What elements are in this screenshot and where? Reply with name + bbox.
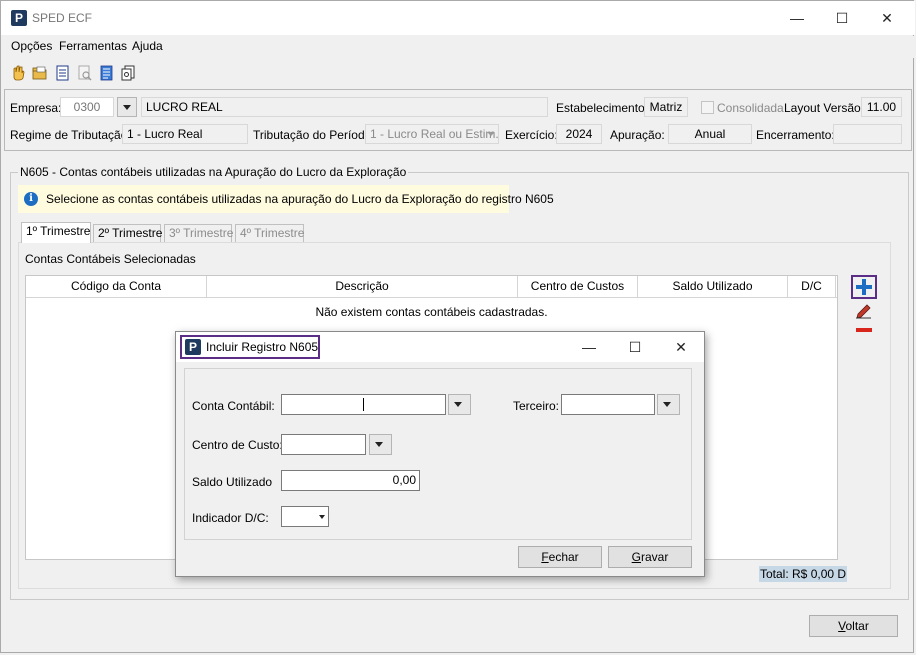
estabelecimento-label: Estabelecimento:: [556, 101, 649, 115]
conta-contabil-dropdown-button[interactable]: [448, 394, 471, 415]
empresa-label: Empresa:: [10, 101, 62, 115]
empty-message: Não existem contas contábeis cadastradas…: [315, 305, 548, 319]
window-title: SPED ECF: [32, 11, 93, 25]
search-document-icon[interactable]: [77, 65, 92, 81]
col-centro[interactable]: Centro de Custos: [518, 276, 638, 298]
copy-document-icon[interactable]: [121, 65, 136, 81]
regime-label: Regime de Tributação:: [10, 128, 131, 142]
tributacao-select[interactable]: 1 - Lucro Real ou Estim.: [365, 124, 499, 144]
layout-field: 11.00: [861, 97, 902, 117]
dialog-maximize-button[interactable]: ☐: [612, 332, 658, 362]
title-bar: P SPED ECF — ☐ ✕: [1, 1, 915, 35]
centro-custo-input[interactable]: [281, 434, 366, 455]
dialog-title: Incluir Registro N605: [206, 340, 319, 354]
tab-4-trimestre: 4º Trimestre: [235, 224, 304, 242]
dialog-minimize-button[interactable]: —: [566, 332, 612, 362]
info-bar: i Selecione as contas contábeis utilizad…: [18, 185, 554, 213]
pencil-icon: [856, 304, 871, 319]
minus-icon: [856, 328, 872, 332]
remove-button[interactable]: [853, 323, 879, 339]
indicador-dc-select[interactable]: [281, 506, 329, 527]
text-cursor: [363, 398, 364, 411]
regime-field: 1 - Lucro Real: [122, 124, 248, 144]
app-logo-icon: P: [11, 10, 27, 26]
gravar-button[interactable]: Gravar: [608, 546, 692, 568]
exercicio-label: Exercício:: [505, 128, 558, 142]
col-descricao[interactable]: Descrição: [207, 276, 518, 298]
estabelecimento-field: Matriz: [644, 97, 688, 117]
minimize-button[interactable]: —: [774, 3, 820, 33]
dialog-title-bar: P Incluir Registro N605 — ☐ ✕: [176, 332, 704, 362]
dialog-title-highlight: P Incluir Registro N605: [180, 335, 320, 359]
chevron-down-icon: [319, 515, 325, 519]
section-title: N605 - Contas contábeis utilizadas na Ap…: [18, 165, 409, 179]
plus-icon: [856, 279, 872, 295]
edit-button[interactable]: [853, 301, 879, 321]
hand-icon[interactable]: [11, 65, 26, 81]
maximize-button[interactable]: ☐: [819, 3, 865, 33]
exercicio-field: 2024: [556, 124, 602, 144]
dialog-close-button[interactable]: ✕: [658, 332, 704, 362]
fechar-button[interactable]: Fechar: [518, 546, 602, 568]
apuracao-label: Apuração:: [610, 128, 665, 142]
consolidada-label: Consolidada: [717, 101, 784, 115]
layout-label: Layout Versão:: [784, 101, 865, 115]
empresa-dropdown-button[interactable]: [117, 97, 137, 117]
toolbar: [1, 61, 915, 85]
encerramento-field: [833, 124, 902, 144]
col-dc[interactable]: D/C: [788, 276, 836, 298]
saldo-utilizado-label: Saldo Utilizado: [192, 475, 273, 489]
indicador-dc-label: Indicador D/C:: [192, 511, 269, 525]
apuracao-field: Anual: [668, 124, 752, 144]
tab-2-trimestre[interactable]: 2º Trimestre: [93, 224, 162, 242]
consolidada-checkbox[interactable]: [701, 101, 714, 114]
total-label: Total: R$ 0,00 D: [759, 566, 848, 582]
saldo-utilizado-input[interactable]: 0,00: [281, 470, 420, 491]
menu-ferramentas[interactable]: Ferramentas: [59, 39, 127, 53]
dialog-app-icon: P: [185, 339, 201, 355]
terceiro-label: Terceiro:: [513, 399, 560, 413]
folder-open-icon[interactable]: [32, 65, 47, 81]
conta-contabil-input[interactable]: [281, 394, 446, 415]
menu-ajuda[interactable]: Ajuda: [132, 39, 163, 53]
empresa-name-field: LUCRO REAL: [141, 97, 548, 117]
tributacao-chevron-down-icon: [487, 132, 495, 136]
incluir-registro-dialog: P Incluir Registro N605 — ☐ ✕ Conta Cont…: [175, 331, 705, 577]
terceiro-dropdown-button[interactable]: [657, 394, 680, 415]
main-window: P SPED ECF — ☐ ✕ Opções Ferramentas Ajud…: [0, 0, 915, 653]
tab-3-trimestre: 3º Trimestre: [164, 224, 233, 242]
encerramento-label: Encerramento:: [756, 128, 835, 142]
grid-header: Código da Conta Descrição Centro de Cust…: [26, 276, 837, 298]
report-icon[interactable]: [99, 65, 114, 81]
info-icon: i: [24, 192, 38, 206]
centro-custo-label: Centro de Custo:: [192, 438, 283, 452]
tributacao-label: Tributação do Período:: [253, 128, 375, 142]
add-button[interactable]: [851, 275, 877, 299]
col-saldo[interactable]: Saldo Utilizado: [638, 276, 788, 298]
voltar-button[interactable]: Voltar: [809, 615, 898, 637]
centro-custo-dropdown-button[interactable]: [369, 434, 392, 455]
menu-bar: Opções Ferramentas Ajuda: [1, 36, 915, 58]
document-icon[interactable]: [55, 65, 70, 81]
empresa-code-field[interactable]: 0300: [60, 97, 114, 117]
menu-opcoes[interactable]: Opções: [11, 39, 52, 53]
col-codigo[interactable]: Código da Conta: [26, 276, 207, 298]
list-title: Contas Contábeis Selecionadas: [25, 252, 196, 266]
tab-1-trimestre[interactable]: 1º Trimestre: [21, 222, 91, 243]
close-button[interactable]: ✕: [864, 3, 910, 33]
terceiro-input[interactable]: [561, 394, 655, 415]
info-text: Selecione as contas contábeis utilizadas…: [46, 192, 554, 206]
conta-contabil-label: Conta Contábil:: [192, 399, 275, 413]
